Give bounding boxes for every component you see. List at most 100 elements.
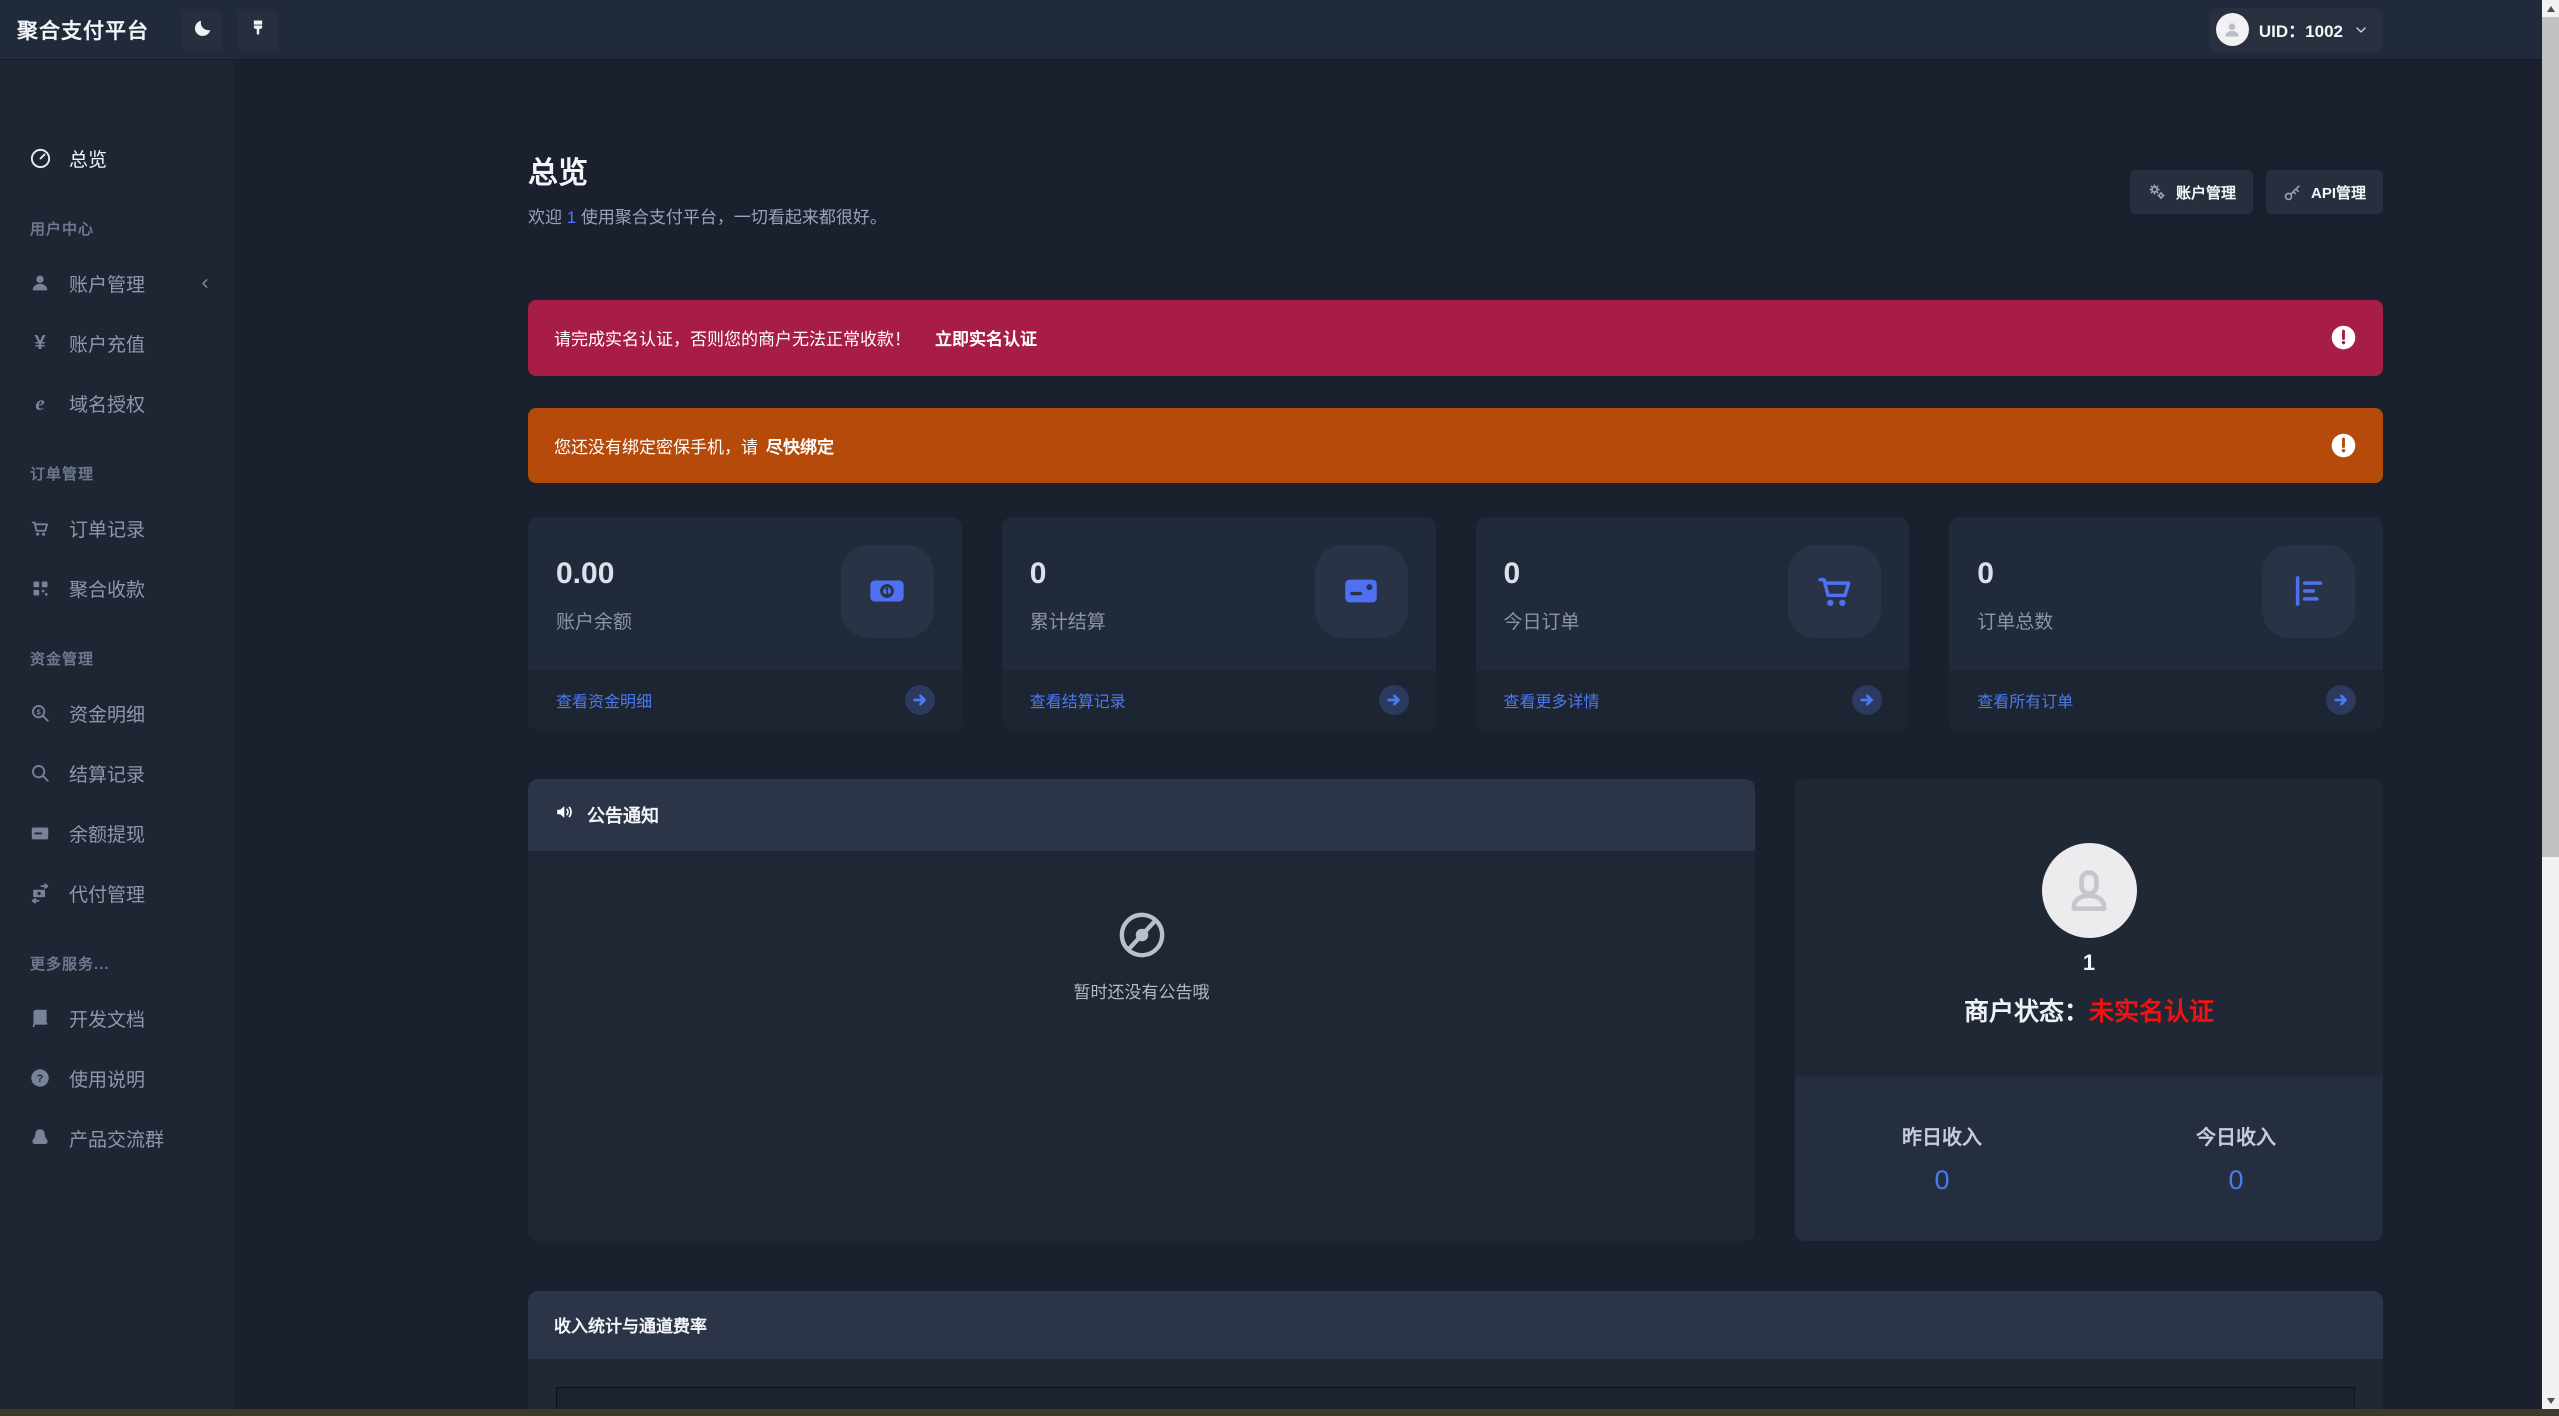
- link-label: 查看所有订单: [1977, 694, 2074, 711]
- bind-now-link[interactable]: 尽快绑定: [766, 433, 834, 458]
- view-more-details-link[interactable]: 查看更多详情: [1475, 669, 1910, 731]
- bar-chart-icon: [2262, 544, 2355, 638]
- announcement-header: 公告通知: [528, 778, 1755, 851]
- account-manage-button[interactable]: 账户管理: [2129, 170, 2253, 214]
- announcement-empty-text: 暂时还没有公告哦: [1073, 982, 1210, 1002]
- vertical-scrollbar[interactable]: [2542, 0, 2559, 1409]
- announcement-body: 暂时还没有公告哦: [528, 851, 1755, 1241]
- sidebar-item-aggregate-collect[interactable]: 聚合收款: [28, 566, 213, 610]
- page-title: 总览: [528, 157, 588, 190]
- sidebar-item-label: 订单记录: [69, 519, 146, 541]
- style-switch-button[interactable]: [237, 8, 279, 51]
- middle-row: 公告通知 暂时还没有公告哦 1 商户状态：未实名认证 昨日收入 0 今日收入 0: [528, 778, 2383, 1241]
- link-label: 查看更多详情: [1503, 694, 1600, 711]
- exclamation-circle-icon: [2330, 324, 2357, 351]
- sidebar-item-label: 资金明细: [69, 704, 146, 726]
- bind-phone-alert: 您还没有绑定密保手机，请 尽快绑定: [528, 407, 2383, 483]
- total-orders-card: 0 订单总数 查看所有订单: [1949, 516, 2383, 731]
- welcome-prefix: 欢迎: [528, 207, 567, 227]
- sidebar-item-label: 结算记录: [69, 764, 146, 786]
- bottom-edge-strip: [0, 1409, 2559, 1416]
- sidebar-item-fund-details[interactable]: $ 资金明细: [28, 691, 213, 735]
- internet-explorer-icon: e: [35, 390, 45, 415]
- link-label: 查看结算记录: [1029, 694, 1126, 711]
- svg-text:?: ?: [37, 1073, 44, 1085]
- income-stats-body: [528, 1358, 2383, 1416]
- yen-icon: ¥: [34, 331, 46, 354]
- today-income-value: 0: [2228, 1165, 2244, 1195]
- realname-now-link[interactable]: 立即实名认证: [935, 325, 1037, 350]
- user-icon: [28, 272, 52, 294]
- sidebar-item-label: 使用说明: [69, 1069, 146, 1091]
- sidebar-item-settle-records[interactable]: 结算记录: [28, 751, 213, 795]
- money-transfer-icon: [28, 882, 52, 904]
- head-actions: 账户管理 API管理: [2129, 170, 2383, 214]
- sidebar-item-label: 产品交流群: [69, 1129, 165, 1151]
- user-menu[interactable]: UID：1002: [2208, 7, 2383, 52]
- sidebar-item-payout[interactable]: 代付管理: [28, 871, 213, 915]
- button-label: API管理: [2310, 184, 2366, 202]
- sidebar-item-label: 代付管理: [69, 884, 146, 906]
- merchant-top: 1 商户状态：未实名认证: [1795, 779, 2383, 1077]
- merchant-income-summary: 昨日收入 0 今日收入 0: [1795, 1076, 2383, 1241]
- income-stats-title: 收入统计与通道费率: [554, 1317, 707, 1336]
- gauge-icon: [28, 147, 52, 170]
- sidebar-item-overview[interactable]: 总览: [28, 136, 213, 180]
- alert-text: 您还没有绑定密保手机，请: [554, 437, 758, 457]
- arrow-circle-right-icon: [2323, 682, 2359, 718]
- topbar-icon-group: [181, 8, 279, 51]
- balance-card: 0.00 账户余额 1 查看资金明细: [528, 516, 962, 731]
- sidebar-section-fund-manage: 资金管理: [30, 651, 95, 668]
- api-manage-button[interactable]: API管理: [2265, 170, 2383, 214]
- theme-toggle-button[interactable]: [181, 8, 223, 51]
- sidebar-section-more-services: 更多服务...: [30, 956, 110, 973]
- realname-alert: 请完成实名认证，否则您的商户无法正常收款！ 立即实名认证: [528, 299, 2383, 376]
- svg-text:$: $: [37, 707, 41, 716]
- announcement-panel: 公告通知 暂时还没有公告哦: [528, 778, 1755, 1241]
- sidebar-item-label: 账户充值: [69, 334, 146, 356]
- sidebar-item-usage-help[interactable]: ? 使用说明: [28, 1056, 213, 1100]
- view-fund-details-link[interactable]: 查看资金明细: [528, 669, 962, 731]
- topbar: 聚合支付平台 UID：1002: [0, 0, 2559, 60]
- card-top: 0.00 账户余额 1: [528, 517, 962, 670]
- moon-icon: [192, 18, 213, 42]
- merchant-status-label: 商户状态：: [1963, 997, 2089, 1026]
- disc-slash-icon: [1116, 909, 1168, 966]
- settlement-card: 0 累计结算 查看结算记录: [1001, 516, 1436, 731]
- sidebar-item-account-manage[interactable]: 账户管理: [28, 261, 213, 305]
- scroll-down-button[interactable]: [2542, 1392, 2559, 1409]
- sidebar-item-withdraw[interactable]: 余额提现: [28, 811, 213, 855]
- card-top: 0 今日订单: [1476, 517, 1910, 670]
- scrollbar-thumb[interactable]: [2542, 17, 2559, 857]
- money-bill-icon: 1: [840, 544, 934, 638]
- sidebar-item-account-recharge[interactable]: ¥ 账户充值: [28, 321, 213, 365]
- triangle-down-icon: [2546, 1397, 2555, 1404]
- sidebar-item-label: 总览: [69, 149, 108, 171]
- welcome-uid: 1: [566, 207, 577, 227]
- sidebar-item-label: 余额提现: [69, 824, 146, 846]
- view-all-orders-link[interactable]: 查看所有订单: [1949, 669, 2383, 731]
- paint-brush-icon: [248, 18, 268, 41]
- gears-icon: [2147, 182, 2167, 202]
- yesterday-income-value: 0: [1934, 1165, 1950, 1195]
- sidebar-item-label: 域名授权: [69, 394, 146, 416]
- avatar: [2215, 13, 2249, 46]
- question-circle-icon: ?: [28, 1067, 52, 1089]
- qrcode-icon: [28, 578, 52, 599]
- sidebar-item-product-group[interactable]: 产品交流群: [28, 1116, 213, 1160]
- sidebar-item-domain-auth[interactable]: e 域名授权: [28, 381, 213, 425]
- view-settle-records-link[interactable]: 查看结算记录: [1001, 669, 1436, 731]
- search-icon: [28, 762, 52, 784]
- exclamation-circle-icon: [2330, 432, 2357, 459]
- merchant-panel: 1 商户状态：未实名认证 昨日收入 0 今日收入 0: [1795, 778, 2383, 1241]
- today-income-label: 今日收入: [2196, 1127, 2276, 1149]
- scroll-up-button[interactable]: [2542, 0, 2559, 17]
- key-icon: [2283, 183, 2302, 202]
- sidebar-item-order-records[interactable]: 订单记录: [28, 506, 213, 550]
- sidebar-item-label: 账户管理: [69, 274, 146, 296]
- card-top: 0 订单总数: [1949, 517, 2383, 670]
- yesterday-income-label: 昨日收入: [1902, 1127, 1982, 1149]
- announcement-title: 公告通知: [587, 805, 659, 826]
- sidebar-item-dev-docs[interactable]: 开发文档: [28, 996, 213, 1040]
- brand-title: 聚合支付平台: [17, 19, 149, 43]
